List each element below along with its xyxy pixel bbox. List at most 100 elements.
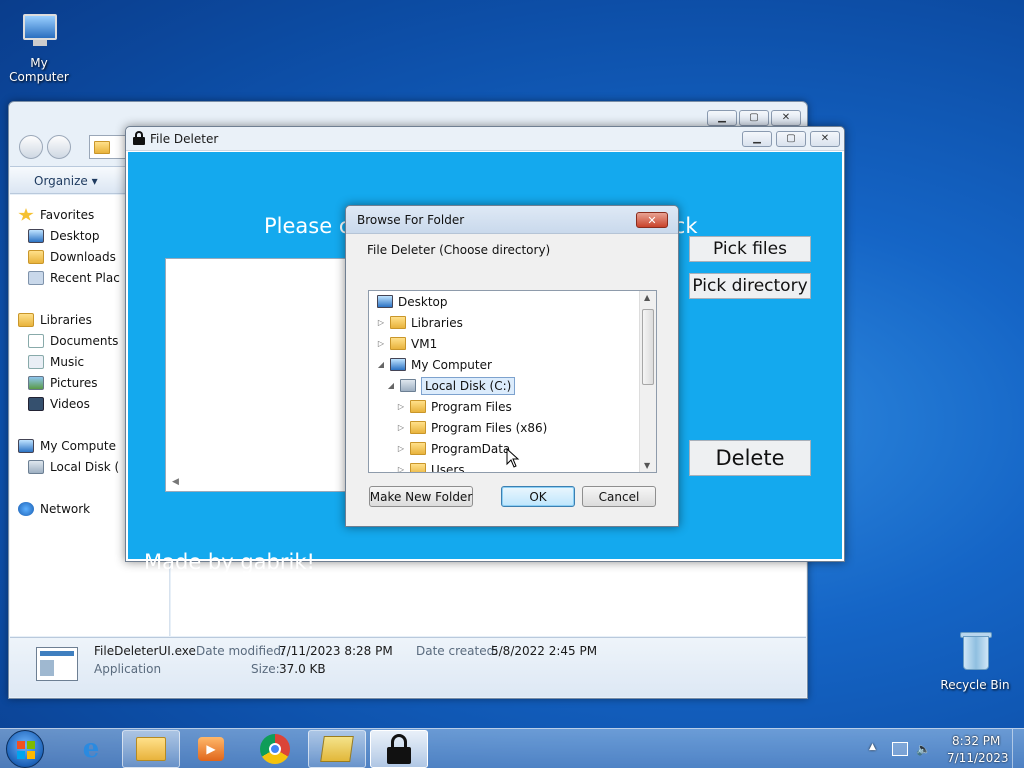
file-deleter-titlebar[interactable]: File Deleter ▁ ▢ ✕ bbox=[126, 127, 844, 151]
windows-logo-icon bbox=[17, 741, 35, 759]
tree-item-users[interactable]: ▷ Users bbox=[397, 459, 465, 472]
minimize-button[interactable]: ▁ bbox=[742, 131, 772, 147]
tree-item-vm1[interactable]: ▷ VM1 bbox=[377, 333, 437, 354]
close-button[interactable]: ✕ bbox=[636, 212, 668, 228]
collapse-icon[interactable]: ◢ bbox=[387, 381, 395, 390]
pick-files-button[interactable]: Pick files bbox=[689, 236, 811, 262]
explorer-icon bbox=[136, 737, 166, 761]
nav-computer[interactable]: My Compute bbox=[18, 439, 116, 453]
close-button[interactable]: ✕ bbox=[810, 131, 840, 147]
music-icon bbox=[28, 355, 44, 369]
size-value: 37.0 KB bbox=[279, 662, 326, 676]
maximize-button[interactable]: ▢ bbox=[776, 131, 806, 147]
credits-text: Made by gabrik! bbox=[144, 550, 315, 574]
taskbar-explorer[interactable] bbox=[122, 730, 180, 768]
show-desktop-button[interactable] bbox=[1012, 729, 1024, 768]
organize-menu[interactable]: Organize ▾ bbox=[34, 174, 98, 188]
date-created-value: 5/8/2022 2:45 PM bbox=[491, 644, 598, 658]
installer-icon bbox=[320, 736, 354, 762]
computer-icon bbox=[390, 358, 406, 371]
downloads-icon bbox=[28, 250, 44, 264]
delete-button[interactable]: Delete bbox=[689, 440, 811, 476]
tree-item-my-computer[interactable]: ◢ My Computer bbox=[377, 354, 492, 375]
tree-item-libraries[interactable]: ▷ Libraries bbox=[377, 312, 463, 333]
libraries-icon bbox=[18, 313, 34, 327]
tree-scrollbar[interactable]: ▲ ▼ bbox=[639, 291, 656, 472]
make-new-folder-button[interactable]: Make New Folder bbox=[369, 486, 473, 507]
folder-tree[interactable]: Desktop ▷ Libraries ▷ VM1 ◢ My Computer ◢ Lo… bbox=[368, 290, 657, 473]
collapse-icon[interactable]: ◢ bbox=[377, 360, 385, 369]
forward-button[interactable] bbox=[47, 135, 71, 159]
dialog-titlebar[interactable]: Browse For Folder ✕ bbox=[346, 206, 678, 234]
selected-files-list[interactable]: ◀ bbox=[165, 258, 355, 492]
selected-label: Local Disk (C:) bbox=[421, 376, 516, 395]
taskbar-file-deleter[interactable] bbox=[370, 730, 428, 768]
expand-icon[interactable]: ▷ bbox=[397, 444, 405, 453]
date-modified-value: 7/11/2023 8:28 PM bbox=[279, 644, 393, 658]
tree-item-desktop[interactable]: Desktop bbox=[377, 291, 448, 312]
tree-item-program-files[interactable]: ▷ Program Files bbox=[397, 396, 512, 417]
scroll-left-icon[interactable]: ◀ bbox=[172, 477, 179, 487]
date-created-label: Date created: bbox=[416, 644, 499, 658]
back-button[interactable] bbox=[19, 135, 43, 159]
expand-icon[interactable]: ▷ bbox=[377, 339, 385, 348]
nav-local-disk[interactable]: Local Disk ( bbox=[28, 460, 119, 474]
scroll-thumb[interactable] bbox=[642, 309, 654, 385]
disk-icon bbox=[28, 460, 44, 474]
maximize-button[interactable]: ▢ bbox=[739, 110, 769, 126]
size-label: Size: bbox=[251, 662, 280, 676]
file-type: Application bbox=[94, 662, 162, 676]
taskbar-chrome[interactable] bbox=[246, 730, 304, 768]
taskbar-media-player[interactable]: ▶ bbox=[182, 730, 240, 768]
network-tray-icon[interactable] bbox=[892, 742, 908, 756]
disk-icon bbox=[400, 379, 416, 392]
folder-icon bbox=[410, 463, 426, 472]
taskbar: e ▶ ▲ 🔈 8:32 PM 7/11/2023 bbox=[0, 728, 1024, 768]
file-name: FileDeleterUI.exe bbox=[94, 644, 196, 658]
ok-button[interactable]: OK bbox=[501, 486, 575, 507]
nav-favorites[interactable]: Favorites bbox=[18, 208, 94, 222]
clock-date[interactable]: 7/11/2023 bbox=[947, 751, 1009, 765]
dialog-description: File Deleter (Choose directory) bbox=[367, 243, 551, 257]
folder-icon bbox=[94, 141, 110, 154]
start-button[interactable] bbox=[6, 730, 44, 768]
scroll-down-icon[interactable]: ▼ bbox=[644, 461, 650, 470]
cancel-button[interactable]: Cancel bbox=[582, 486, 656, 507]
details-pane: FileDeleterUI.exe Application Date modif… bbox=[10, 637, 806, 697]
nav-libraries[interactable]: Libraries bbox=[18, 313, 92, 327]
nav-network[interactable]: Network bbox=[18, 502, 90, 516]
expand-icon[interactable]: ▷ bbox=[377, 318, 385, 327]
expand-icon[interactable]: ▷ bbox=[397, 423, 405, 432]
folder-icon bbox=[390, 337, 406, 350]
address-bar[interactable] bbox=[89, 135, 129, 159]
tree-item-programdata[interactable]: ▷ ProgramData bbox=[397, 438, 510, 459]
network-icon bbox=[18, 502, 34, 516]
close-button[interactable]: ✕ bbox=[771, 110, 801, 126]
desktop-icon-my-computer[interactable]: My Computer bbox=[0, 8, 79, 84]
tree-item-local-disk[interactable]: ◢ Local Disk (C:) bbox=[387, 375, 516, 396]
browse-for-folder-dialog[interactable]: Browse For Folder ✕ File Deleter (Choose… bbox=[345, 205, 679, 527]
minimize-button[interactable]: ▁ bbox=[707, 110, 737, 126]
nav-downloads[interactable]: Downloads bbox=[28, 250, 116, 264]
nav-pictures[interactable]: Pictures bbox=[28, 376, 98, 390]
nav-videos[interactable]: Videos bbox=[28, 397, 90, 411]
nav-desktop[interactable]: Desktop bbox=[28, 229, 100, 243]
expand-icon[interactable]: ▷ bbox=[397, 465, 405, 472]
taskbar-installer[interactable] bbox=[308, 730, 366, 768]
nav-music[interactable]: Music bbox=[28, 355, 84, 369]
nav-documents[interactable]: Documents bbox=[28, 334, 118, 348]
taskbar-internet-explorer[interactable]: e bbox=[62, 730, 120, 768]
desktop-icon bbox=[28, 229, 44, 243]
show-hidden-icons[interactable]: ▲ bbox=[869, 742, 876, 752]
mouse-cursor-icon bbox=[506, 448, 520, 468]
desktop-icon-recycle-bin[interactable]: Recycle Bin bbox=[935, 630, 1015, 692]
folder-icon bbox=[410, 421, 426, 434]
tree-item-program-files-x86[interactable]: ▷ Program Files (x86) bbox=[397, 417, 547, 438]
volume-muted-icon[interactable]: 🔈 bbox=[916, 742, 932, 756]
pick-directory-button[interactable]: Pick directory bbox=[689, 273, 811, 299]
expand-icon[interactable]: ▷ bbox=[397, 402, 405, 411]
scroll-up-icon[interactable]: ▲ bbox=[644, 293, 650, 302]
desktop-icon-label: My Computer bbox=[9, 56, 69, 84]
clock-time[interactable]: 8:32 PM bbox=[952, 734, 1000, 748]
nav-recent-places[interactable]: Recent Plac bbox=[28, 271, 120, 285]
